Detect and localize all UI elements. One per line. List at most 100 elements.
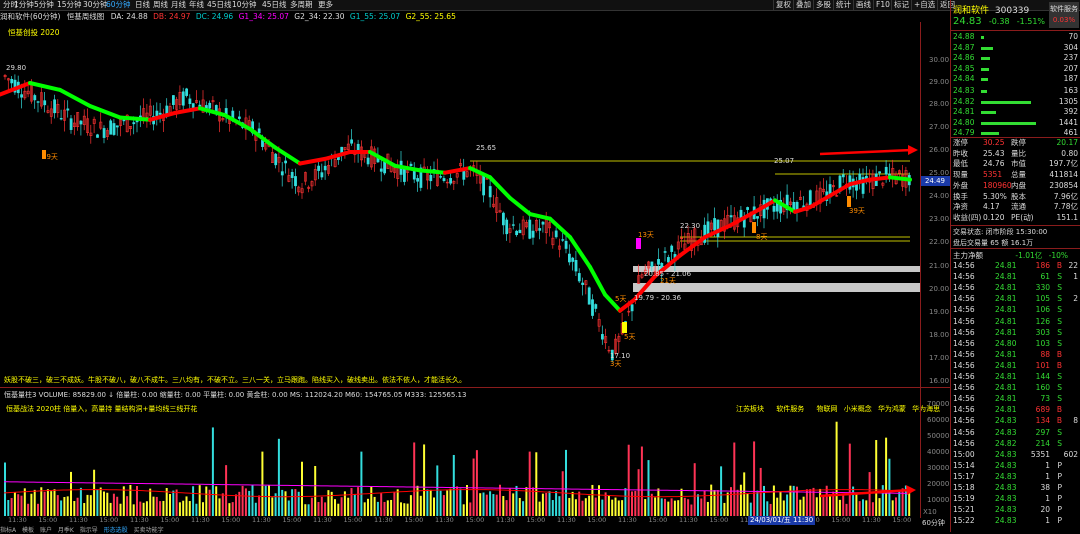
g2-55-value: G2_55: 25.65 bbox=[405, 12, 456, 21]
stat-v1: 5351 bbox=[983, 170, 1003, 180]
volume-tick: 50000 bbox=[927, 432, 950, 440]
time-tick: 11:30 bbox=[8, 516, 27, 524]
stat-row: 最低 24.76 市值 197.7亿 bbox=[951, 159, 1080, 170]
period-tab-1min[interactable]: 1分钟 bbox=[14, 0, 34, 10]
period-tab-5min[interactable]: 5分钟 bbox=[34, 0, 54, 10]
period-tab-45d[interactable]: 45日线 bbox=[207, 0, 232, 10]
time-tick: 15:00 bbox=[648, 516, 668, 524]
tick-price: 24.81 bbox=[995, 372, 1017, 381]
tick-side: B bbox=[1056, 261, 1062, 270]
period-tab-week[interactable]: 周线 bbox=[153, 0, 168, 10]
bid-volume: 1305 bbox=[1058, 96, 1078, 106]
tick-price: 24.81 bbox=[995, 394, 1017, 404]
f10-button[interactable]: F10 bbox=[873, 0, 890, 10]
formula-name[interactable]: 恒基周线图 bbox=[67, 12, 105, 21]
period-tab-year[interactable]: 年线 bbox=[189, 0, 204, 10]
tick-row: 14:56 24.81 106 S bbox=[951, 305, 1080, 316]
overlay-button[interactable]: 叠加 bbox=[793, 0, 811, 10]
time-tick: 15:00 bbox=[282, 516, 302, 524]
restore-button[interactable]: 复权 bbox=[773, 0, 791, 10]
candlestick-chart[interactable] bbox=[0, 22, 920, 392]
tab-template[interactable]: 模板 bbox=[22, 527, 34, 534]
bid-volume: 163 bbox=[1063, 86, 1078, 95]
period-tab-15min[interactable]: 15分钟 bbox=[57, 0, 82, 10]
label-2230: 22.30 bbox=[680, 222, 701, 230]
draw-line-button[interactable]: 画线 bbox=[853, 0, 871, 10]
tab-guide[interactable]: 指示导 bbox=[80, 527, 98, 534]
tab-pattern[interactable]: 形态选股 bbox=[104, 527, 128, 534]
tick-price: 24.83 bbox=[995, 516, 1017, 526]
label-21d: 21天 bbox=[660, 277, 676, 285]
period-tab-30min[interactable]: 30分钟 bbox=[83, 0, 108, 10]
tab-kline[interactable]: 月季K bbox=[58, 527, 74, 534]
time-tick: 11:30 bbox=[69, 516, 88, 524]
volume-chart[interactable] bbox=[0, 412, 920, 516]
volume-bar bbox=[981, 121, 1036, 125]
tick-row: 15:14 24.83 1 P bbox=[951, 461, 1080, 472]
slogan-text: 妖股不破三，破三不成妖。牛股不破八，破八不成牛。三八均有，不破不立。三八一关，立… bbox=[4, 376, 466, 384]
price-tick: 21.00 bbox=[929, 262, 950, 270]
time-tick: 15:00 bbox=[38, 516, 58, 524]
mark-button[interactable]: 标记 bbox=[891, 0, 909, 10]
tick-time: 14:56 bbox=[953, 327, 975, 337]
stat-v2: 7.96亿 bbox=[1053, 191, 1078, 201]
tick-side: S bbox=[1057, 427, 1062, 437]
add-watchlist-button[interactable]: +自选 bbox=[911, 0, 935, 10]
price-tick: 16.00 bbox=[929, 377, 950, 385]
period-tab-10min[interactable]: 10分钟 bbox=[232, 0, 257, 10]
tick-time: 15:21 bbox=[953, 505, 975, 515]
tick-list[interactable]: 14:56 24.81 186 B 22 14:56 24.81 61 S 1 14:56 24.81… bbox=[951, 261, 1080, 532]
g1-value: G1_34: 25.07 bbox=[238, 12, 289, 21]
ask-price: 24.84 bbox=[953, 74, 975, 83]
tick-side: S bbox=[1057, 338, 1062, 348]
stats-button[interactable]: 统计 bbox=[833, 0, 851, 10]
stat-v1: 4.17 bbox=[983, 202, 1000, 212]
tick-row: 14:56 24.81 144 S bbox=[951, 372, 1080, 383]
tick-side: S bbox=[1057, 394, 1062, 404]
tick-row: 14:56 24.81 105 S 2 bbox=[951, 294, 1080, 305]
period-tab-more[interactable]: 更多 bbox=[318, 0, 333, 10]
stat-row: 换手 5.30% 股本 7.96亿 bbox=[951, 192, 1080, 203]
tick-side: P bbox=[1057, 471, 1062, 481]
bid-row: 24.83 163 bbox=[951, 86, 1080, 97]
volume-tick: 40000 bbox=[927, 448, 950, 456]
tick-price: 24.81 bbox=[995, 261, 1017, 270]
tick-price: 24.83 bbox=[995, 416, 1017, 426]
tick-time: 14:56 bbox=[953, 283, 975, 293]
label-5d-a: 5天 bbox=[615, 295, 627, 303]
tick-time: 14:56 bbox=[953, 338, 975, 348]
period-tab-month[interactable]: 月线 bbox=[171, 0, 186, 10]
period-tab-45d-b[interactable]: 45日线 bbox=[262, 0, 287, 10]
volume-bar bbox=[981, 67, 989, 71]
period-tab-day[interactable]: 日线 bbox=[135, 0, 150, 10]
label-2507: 25.07 bbox=[774, 157, 795, 165]
stat-l2: 总量 bbox=[1011, 170, 1026, 180]
multi-stock-button[interactable]: 多股 bbox=[813, 0, 831, 10]
time-tick: 15:00 bbox=[526, 516, 546, 524]
label-5d-b: 5天 bbox=[624, 333, 636, 341]
tick-row: 15:19 24.83 1 P bbox=[951, 494, 1080, 505]
period-toolbar: 分时 1分钟 5分钟 15分钟 30分钟 60分钟 日线 周线 月线 年线 45… bbox=[0, 0, 1080, 11]
tick-row: 14:56 24.81 689 B bbox=[951, 405, 1080, 416]
tab-buysell[interactable]: 买卖功能字 bbox=[134, 527, 164, 534]
tick-volume: 134 bbox=[1035, 416, 1050, 426]
period-tab-multi[interactable]: 多周期 bbox=[290, 0, 313, 10]
stat-l1: 现量 bbox=[953, 170, 968, 180]
tick-count: 22 bbox=[1068, 261, 1078, 270]
tick-row: 14:56 24.82 214 S bbox=[951, 439, 1080, 450]
tick-time: 15:22 bbox=[953, 516, 975, 526]
period-tab-60min[interactable]: 60分钟 bbox=[106, 0, 131, 10]
tick-time: 14:56 bbox=[953, 405, 975, 415]
tick-volume: 144 bbox=[1035, 372, 1050, 381]
tick-row: 15:18 24.83 38 P bbox=[951, 483, 1080, 494]
dc-value: DC: 24.96 bbox=[195, 12, 234, 21]
stock-name-row: 润和软件 300339 bbox=[953, 3, 1029, 16]
stat-v1: 30.25 bbox=[983, 138, 1005, 147]
volume-header: 恒基量柱3 VOLUME: 85829.00 ↓ 倍量柱: 0.00 缩量柱: … bbox=[4, 391, 467, 399]
tab-indicator-a[interactable]: 指标A bbox=[0, 527, 16, 534]
sector-badge[interactable]: 软件服务 0.03% bbox=[1049, 2, 1079, 28]
tick-price: 24.81 bbox=[995, 305, 1017, 315]
tick-side: S bbox=[1057, 327, 1062, 337]
label-zone-b: 19.79 - 20.36 bbox=[634, 294, 682, 302]
tab-account[interactable]: 账户 bbox=[40, 527, 52, 534]
